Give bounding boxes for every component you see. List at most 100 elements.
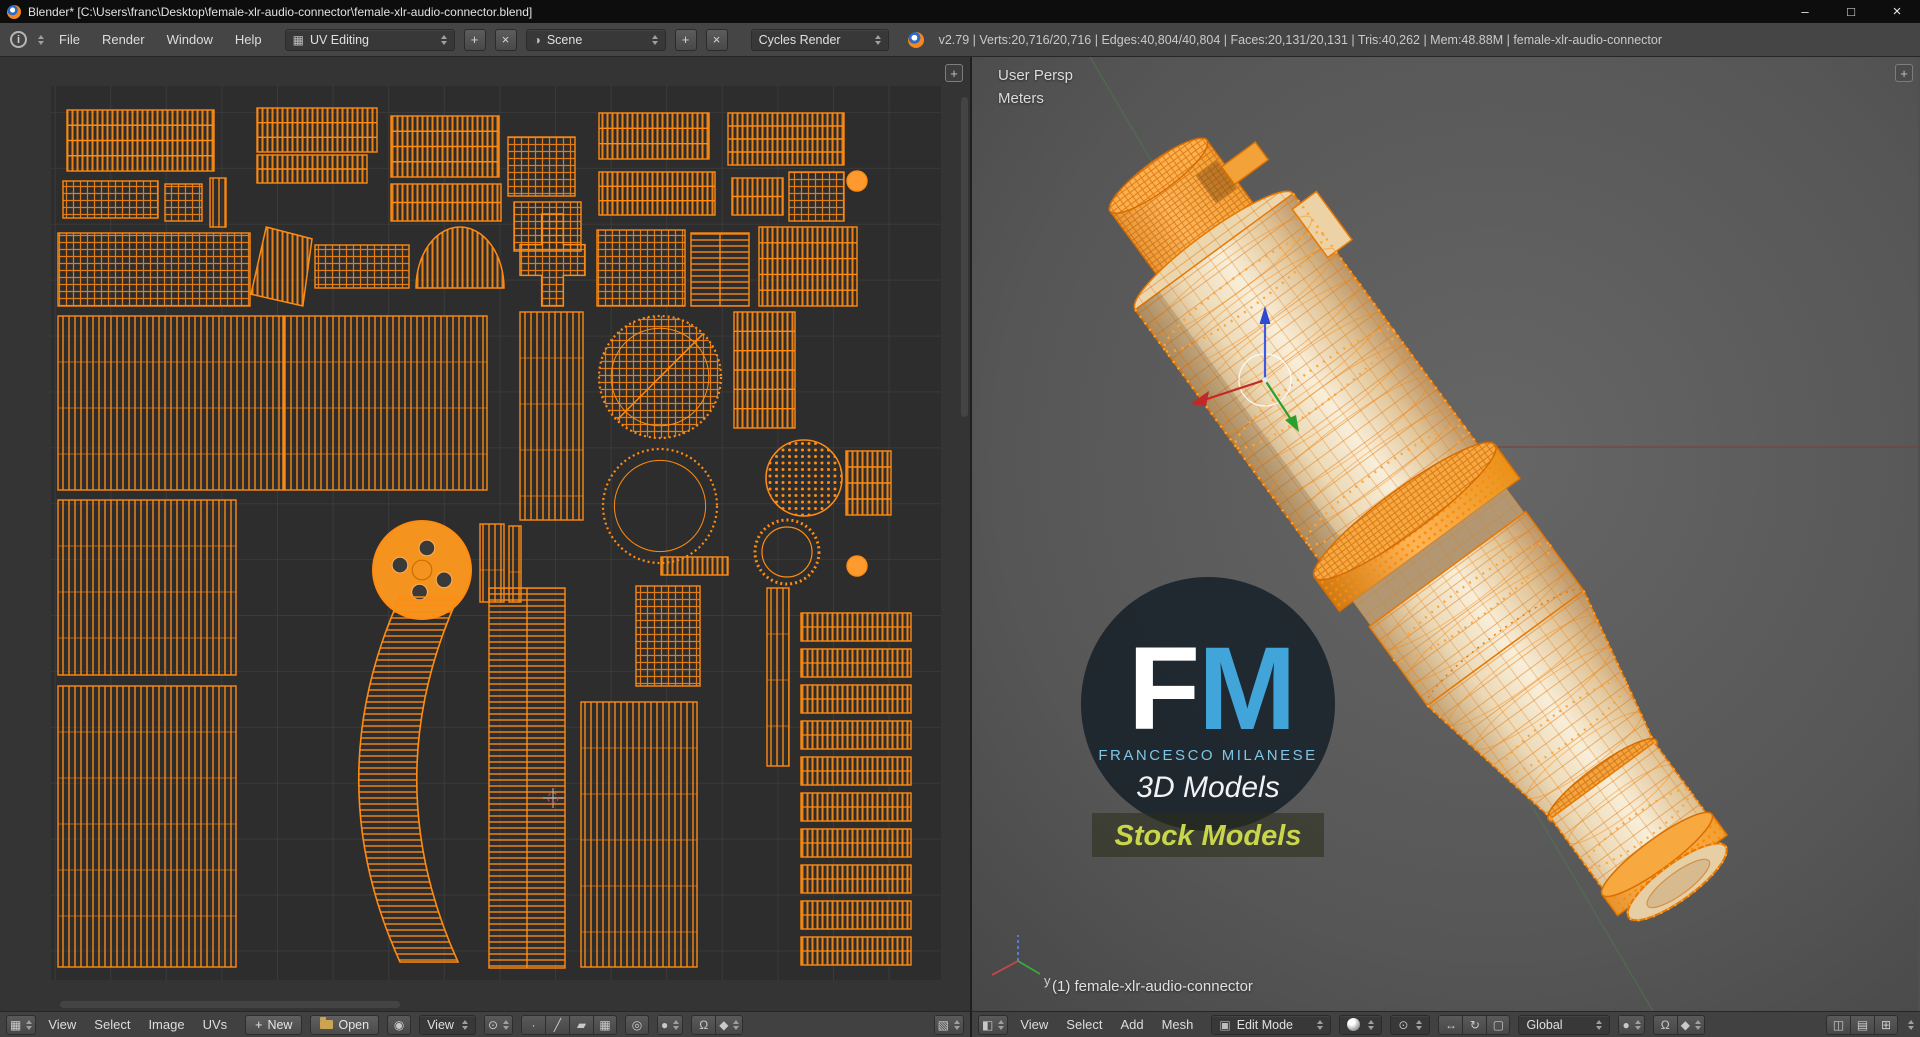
v3d-editor-type-button[interactable]: ◧ <box>978 1014 1009 1035</box>
uv-island-ladder[interactable] <box>598 112 710 160</box>
v3d-snap-element-button[interactable]: ◆ <box>1676 1014 1705 1035</box>
uv-island-grid[interactable] <box>164 183 203 222</box>
screen-layout-dropdown[interactable]: ▦ UV Editing <box>284 28 455 51</box>
add-scene-button[interactable]: + <box>674 28 697 51</box>
uv-island-vlad[interactable] <box>690 232 750 307</box>
uv-island-ladder[interactable] <box>390 115 500 178</box>
v3d-menu-select[interactable]: Select <box>1066 1017 1102 1032</box>
render-preview-button[interactable]: ▤ <box>1850 1014 1874 1035</box>
uv-island-disc[interactable] <box>846 555 868 577</box>
v3d-snap-cluster: Ω ◆ <box>1652 1014 1705 1035</box>
minimize-button[interactable]: – <box>1782 0 1828 23</box>
uv-island-vstr[interactable] <box>580 701 698 968</box>
uv-island-ladder[interactable] <box>727 112 845 166</box>
editor-collapse-arrows-icon[interactable] <box>38 34 44 45</box>
v3d-menu-mesh[interactable]: Mesh <box>1162 1017 1194 1032</box>
v3d-menu-view[interactable]: View <box>1020 1017 1048 1032</box>
uv-select-island-button[interactable]: ▦ <box>593 1014 617 1035</box>
uv-island-ladder[interactable] <box>66 109 215 172</box>
mode-dropdown[interactable]: ▣ Edit Mode <box>1211 1014 1332 1035</box>
uv-display-dropdown[interactable]: View <box>419 1014 476 1035</box>
uv-island-ladder[interactable] <box>256 154 368 184</box>
uv-menu-select[interactable]: Select <box>94 1017 130 1032</box>
delete-scene-button[interactable]: × <box>705 28 728 51</box>
viewport-3d[interactable]: FM FRANCESCO MILANESE 3D Models Stock Mo… <box>972 57 1920 1011</box>
uv-island-grid[interactable] <box>507 136 576 197</box>
image-open-button[interactable]: Open <box>310 1014 380 1035</box>
uv-island-ladder[interactable] <box>256 107 378 153</box>
add-layout-button[interactable]: + <box>463 28 486 51</box>
render-engine-dropdown[interactable]: Cycles Render <box>750 28 889 51</box>
uv-menu-image[interactable]: Image <box>148 1017 184 1032</box>
uv-island-vstr[interactable] <box>57 499 237 676</box>
uv-horizontal-scrollbar[interactable] <box>60 1001 400 1008</box>
uv-editor-type-button[interactable]: ▦ <box>6 1014 37 1035</box>
v3d-snap-magnet-button[interactable]: Ω <box>1652 1014 1677 1035</box>
maximize-button[interactable]: □ <box>1828 0 1874 23</box>
orientation-dropdown[interactable]: Global <box>1518 1014 1611 1035</box>
layers-button[interactable]: ⊞ <box>1874 1014 1898 1035</box>
delete-layout-button[interactable]: × <box>494 28 517 51</box>
uv-island-grid[interactable] <box>596 229 686 307</box>
uv-island-circ[interactable] <box>597 314 723 440</box>
dropdown-arrows-icon <box>733 1019 740 1030</box>
uv-proportional-edit-button[interactable]: ● <box>657 1014 684 1035</box>
menu-file[interactable]: File <box>59 32 80 47</box>
uv-island-grid[interactable] <box>62 180 159 219</box>
uv-island-grid[interactable] <box>635 585 701 687</box>
uv-island-vstr[interactable] <box>519 311 584 521</box>
uv-snap-element-button[interactable]: ◆ <box>715 1014 744 1035</box>
uv-island-grid[interactable] <box>57 232 251 307</box>
v3d-menu-add[interactable]: Add <box>1120 1017 1143 1032</box>
manipulator-rotate-button[interactable]: ↻ <box>1462 1014 1487 1035</box>
uv-island-vstr[interactable] <box>57 685 237 968</box>
uv-select-edge-button[interactable]: ╱ <box>545 1014 569 1035</box>
uv-island-vstr[interactable] <box>209 177 227 228</box>
viewport-shading-dropdown[interactable] <box>1339 1014 1383 1035</box>
uv-island-vstr[interactable] <box>283 315 488 491</box>
uv-island-ladder[interactable] <box>598 171 716 216</box>
uv-select-vertex-button[interactable]: · <box>521 1014 545 1035</box>
info-editor-icon[interactable]: i <box>10 31 27 48</box>
uv-sticky-select-button[interactable]: ◎ <box>625 1014 649 1035</box>
uv-menu-view[interactable]: View <box>48 1017 76 1032</box>
manipulator-translate-button[interactable]: ↔ <box>1438 1014 1463 1035</box>
uv-select-face-button[interactable]: ▰ <box>569 1014 593 1035</box>
uv-island-vlad[interactable] <box>488 587 566 969</box>
scene-dropdown[interactable]: ◑ Scene <box>525 28 666 51</box>
uv-island-grid[interactable] <box>788 171 845 222</box>
uv-region-expand-button[interactable]: + <box>945 64 963 82</box>
uv-island-ladder[interactable] <box>733 311 796 429</box>
menu-help[interactable]: Help <box>235 32 262 47</box>
uv-image-editor[interactable]: + <box>0 57 972 1011</box>
uv-island-ladder[interactable] <box>390 183 502 222</box>
pivot-point-dropdown[interactable]: ⊙ <box>1390 1014 1431 1035</box>
uv-island-vstr[interactable] <box>57 315 284 491</box>
uv-island-vstr[interactable] <box>766 587 790 767</box>
header-collapse-arrows-icon[interactable] <box>1908 1019 1914 1030</box>
uv-island-ladder[interactable] <box>660 556 729 576</box>
uv-pivot-button[interactable]: ⊙ <box>483 1014 513 1035</box>
pin-image-button[interactable]: ◉ <box>387 1014 412 1035</box>
manipulator-scale-button[interactable]: ▢ <box>1486 1014 1511 1035</box>
uv-canvas[interactable] <box>0 57 972 1011</box>
v3d-proportional-edit-button[interactable]: ● <box>1618 1014 1645 1035</box>
image-new-button[interactable]: + New <box>245 1014 303 1035</box>
uv-menu-uvs[interactable]: UVs <box>203 1017 228 1032</box>
close-button[interactable]: × <box>1874 0 1920 23</box>
occlude-geometry-button[interactable]: ◫ <box>1826 1014 1850 1035</box>
viewport-canvas[interactable]: FM FRANCESCO MILANESE 3D Models Stock Mo… <box>972 57 1918 1011</box>
uv-island-disc[interactable] <box>846 170 868 192</box>
uv-vertical-scrollbar[interactable] <box>961 97 968 417</box>
menu-window[interactable]: Window <box>167 32 213 47</box>
uv-island-ladder[interactable] <box>845 450 892 516</box>
uv-island-ladder[interactable] <box>731 177 784 216</box>
viewport-region-expand-button[interactable]: + <box>1895 64 1913 82</box>
uv-island-dotdisc[interactable] <box>765 439 843 517</box>
occlude-icon: ◫ <box>1832 1017 1845 1032</box>
uv-island-grid[interactable] <box>314 244 410 289</box>
uv-snap-magnet-button[interactable]: Ω <box>691 1014 716 1035</box>
menu-render[interactable]: Render <box>102 32 145 47</box>
uv-draw-type-button[interactable]: ▧ <box>933 1014 964 1035</box>
uv-island-ladder[interactable] <box>758 226 858 307</box>
